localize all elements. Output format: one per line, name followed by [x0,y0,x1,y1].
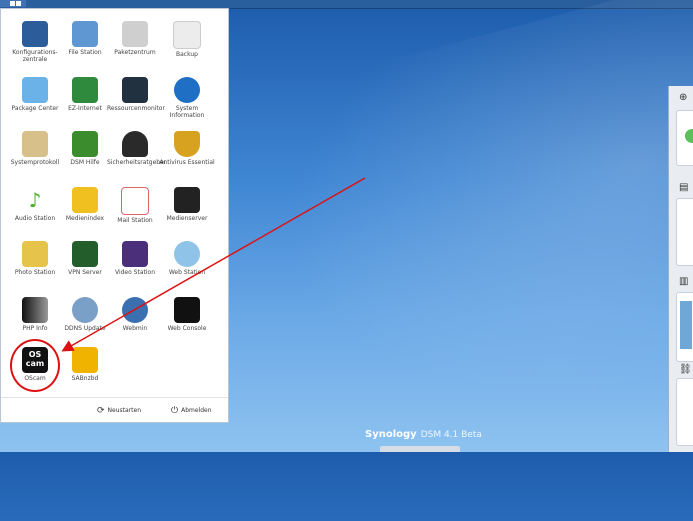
chart-icon: ▥ [679,276,689,287]
link-icon: ⛓ [679,364,692,375]
brand-name: Synology [365,429,417,440]
status-ok-icon [685,129,693,143]
widget-panel: ⊕ ▤ ▥ ⛓ [668,86,693,452]
resource-bar [680,301,692,349]
document-icon: ▤ [679,182,689,193]
widget-resource [676,292,693,362]
widget-connections [676,378,693,446]
annotation-arrow [61,177,366,352]
widget-status [676,110,693,166]
widget-log [676,198,693,266]
add-widget-icon[interactable]: ⊕ [679,92,687,103]
dsm-brand: Synology DSM 4.1 Beta [365,429,482,440]
brand-version: DSM 4.1 Beta [420,430,482,440]
taskbar-item[interactable] [380,446,460,452]
